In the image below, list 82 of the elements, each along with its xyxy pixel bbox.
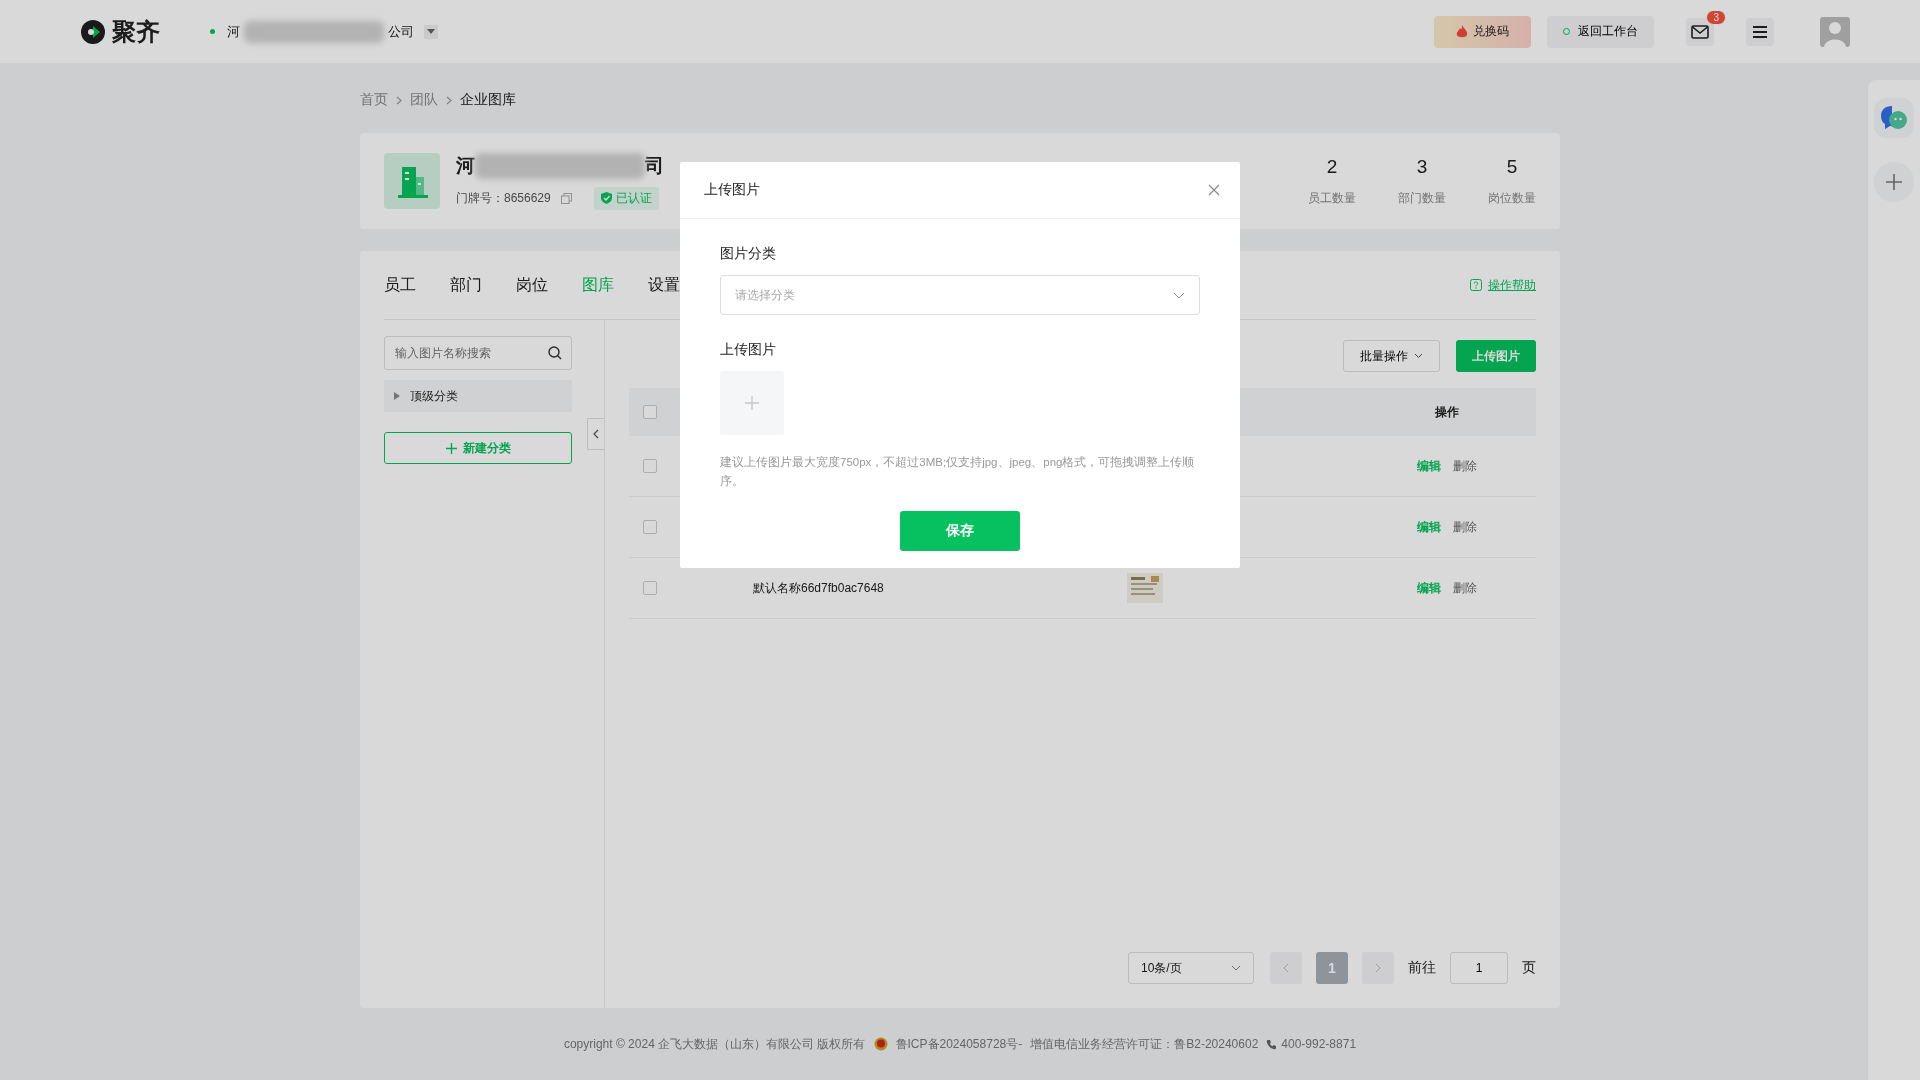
company-name[interactable]: 河 — [227, 22, 240, 41]
checkbox[interactable] — [643, 459, 657, 473]
shield-check-icon — [600, 192, 612, 204]
chevron-down-icon — [1231, 965, 1241, 971]
field-label: 图片分类 — [720, 245, 777, 263]
status-dot — [210, 29, 215, 34]
building-icon — [384, 153, 440, 209]
stat-label: 员工数量 — [1308, 189, 1356, 207]
help-icon — [1470, 279, 1482, 291]
tab[interactable]: 岗位 — [516, 274, 558, 296]
breadcrumb-item: 企业图库 — [460, 91, 516, 109]
verified-badge: 已认证 — [593, 186, 659, 210]
chat-button[interactable] — [1874, 98, 1914, 138]
page-unit: 页 — [1522, 959, 1536, 977]
breadcrumb-item[interactable]: 首页 — [360, 91, 388, 109]
menu-button[interactable] — [1746, 17, 1774, 46]
checkbox[interactable] — [643, 520, 657, 534]
menu-icon — [1752, 24, 1768, 39]
license-text: 增值电信业务经营许可证：鲁B2-20240602 — [1030, 1035, 1259, 1053]
field-label: 上传图片 — [720, 341, 777, 359]
breadcrumb-item[interactable]: 团队 — [410, 91, 438, 109]
plus-icon — [1885, 173, 1903, 191]
upload-hint: 建议上传图片最大宽度750px，不超过3MB;仅支持jpg、jpeg、png格式，可拖拽调整上传顺序。 — [720, 455, 1196, 489]
chevron-left-icon — [593, 429, 599, 439]
mail-button[interactable] — [1686, 17, 1714, 46]
table-cell: 默认名称66d7fb0ac7648 — [753, 580, 884, 595]
chevron-icon — [446, 95, 452, 105]
stat-label: 岗位数量 — [1488, 189, 1536, 207]
delete-link[interactable]: 删除 — [1453, 457, 1477, 475]
chevron-icon — [396, 95, 402, 105]
company-name[interactable]: 公司 — [388, 22, 414, 41]
close-icon[interactable] — [1208, 184, 1220, 196]
stat-label: 部门数量 — [1398, 189, 1446, 207]
company-name: 河 — [456, 153, 475, 178]
category-label[interactable]: 顶级分类 — [410, 387, 458, 405]
tab[interactable]: 设置 — [648, 274, 690, 296]
column-header: 操作 — [1434, 403, 1460, 421]
plus-icon — [445, 442, 457, 454]
company-name: 司 — [645, 153, 664, 178]
page-size-select[interactable]: 10条/页 — [1128, 952, 1254, 984]
delete-link[interactable]: 删除 — [1453, 579, 1477, 597]
page-input[interactable]: 1 — [1450, 952, 1508, 984]
icp-link[interactable]: 鲁ICP备2024058728号- — [895, 1035, 1023, 1053]
collapse-button[interactable] — [587, 418, 604, 450]
add-button[interactable] — [1874, 162, 1914, 202]
phone-icon — [1266, 1038, 1278, 1050]
logo-text: 聚齐 — [112, 16, 160, 47]
dialog-title: 上传图片 — [704, 181, 760, 199]
chat-bubbles-icon — [1880, 105, 1908, 131]
tab[interactable]: 部门 — [450, 274, 492, 296]
chevron-right-icon — [1375, 963, 1381, 973]
redeem-button[interactable]: 兑换码 — [1434, 15, 1531, 48]
unread-badge: 3 — [1706, 9, 1726, 25]
batch-button[interactable]: 批量操作 — [1343, 340, 1440, 372]
stat-value: 2 — [1326, 155, 1338, 178]
door-number: 门牌号：8656629 — [456, 189, 551, 207]
chevron-down-icon — [1173, 291, 1185, 299]
checkbox[interactable] — [643, 405, 657, 419]
avatar-icon[interactable] — [1820, 16, 1850, 47]
caret-icon — [427, 28, 435, 35]
goto-label: 前往 — [1408, 959, 1436, 977]
search-field[interactable]: 输入图片名称搜索 — [384, 336, 572, 370]
workbench-button[interactable]: 返回工作台 — [1547, 15, 1654, 48]
mail-icon — [1691, 24, 1709, 39]
emblem-icon — [873, 1037, 888, 1051]
stat-value: 5 — [1506, 155, 1518, 178]
phone-number: 400-992-8871 — [1281, 1037, 1357, 1051]
flame-icon — [1456, 24, 1468, 39]
category-item[interactable]: 顶级分类 — [384, 380, 572, 412]
chevron-left-icon — [1283, 963, 1289, 973]
search-icon[interactable] — [548, 346, 562, 360]
plus-icon — [744, 395, 760, 411]
tab[interactable]: 员工 — [384, 274, 426, 296]
logo-icon — [80, 18, 106, 45]
delete-link[interactable]: 删除 — [1453, 518, 1477, 536]
checkbox[interactable] — [643, 581, 657, 595]
chevron-down-icon — [1414, 353, 1423, 359]
expand-icon[interactable] — [394, 392, 400, 400]
copyright-text: copyright © 2024 企飞大数据（山东）有限公司 版权所有 — [563, 1035, 866, 1053]
dropdown-button[interactable] — [424, 24, 438, 39]
copy-icon[interactable] — [560, 192, 572, 204]
stat-value: 3 — [1416, 155, 1428, 178]
